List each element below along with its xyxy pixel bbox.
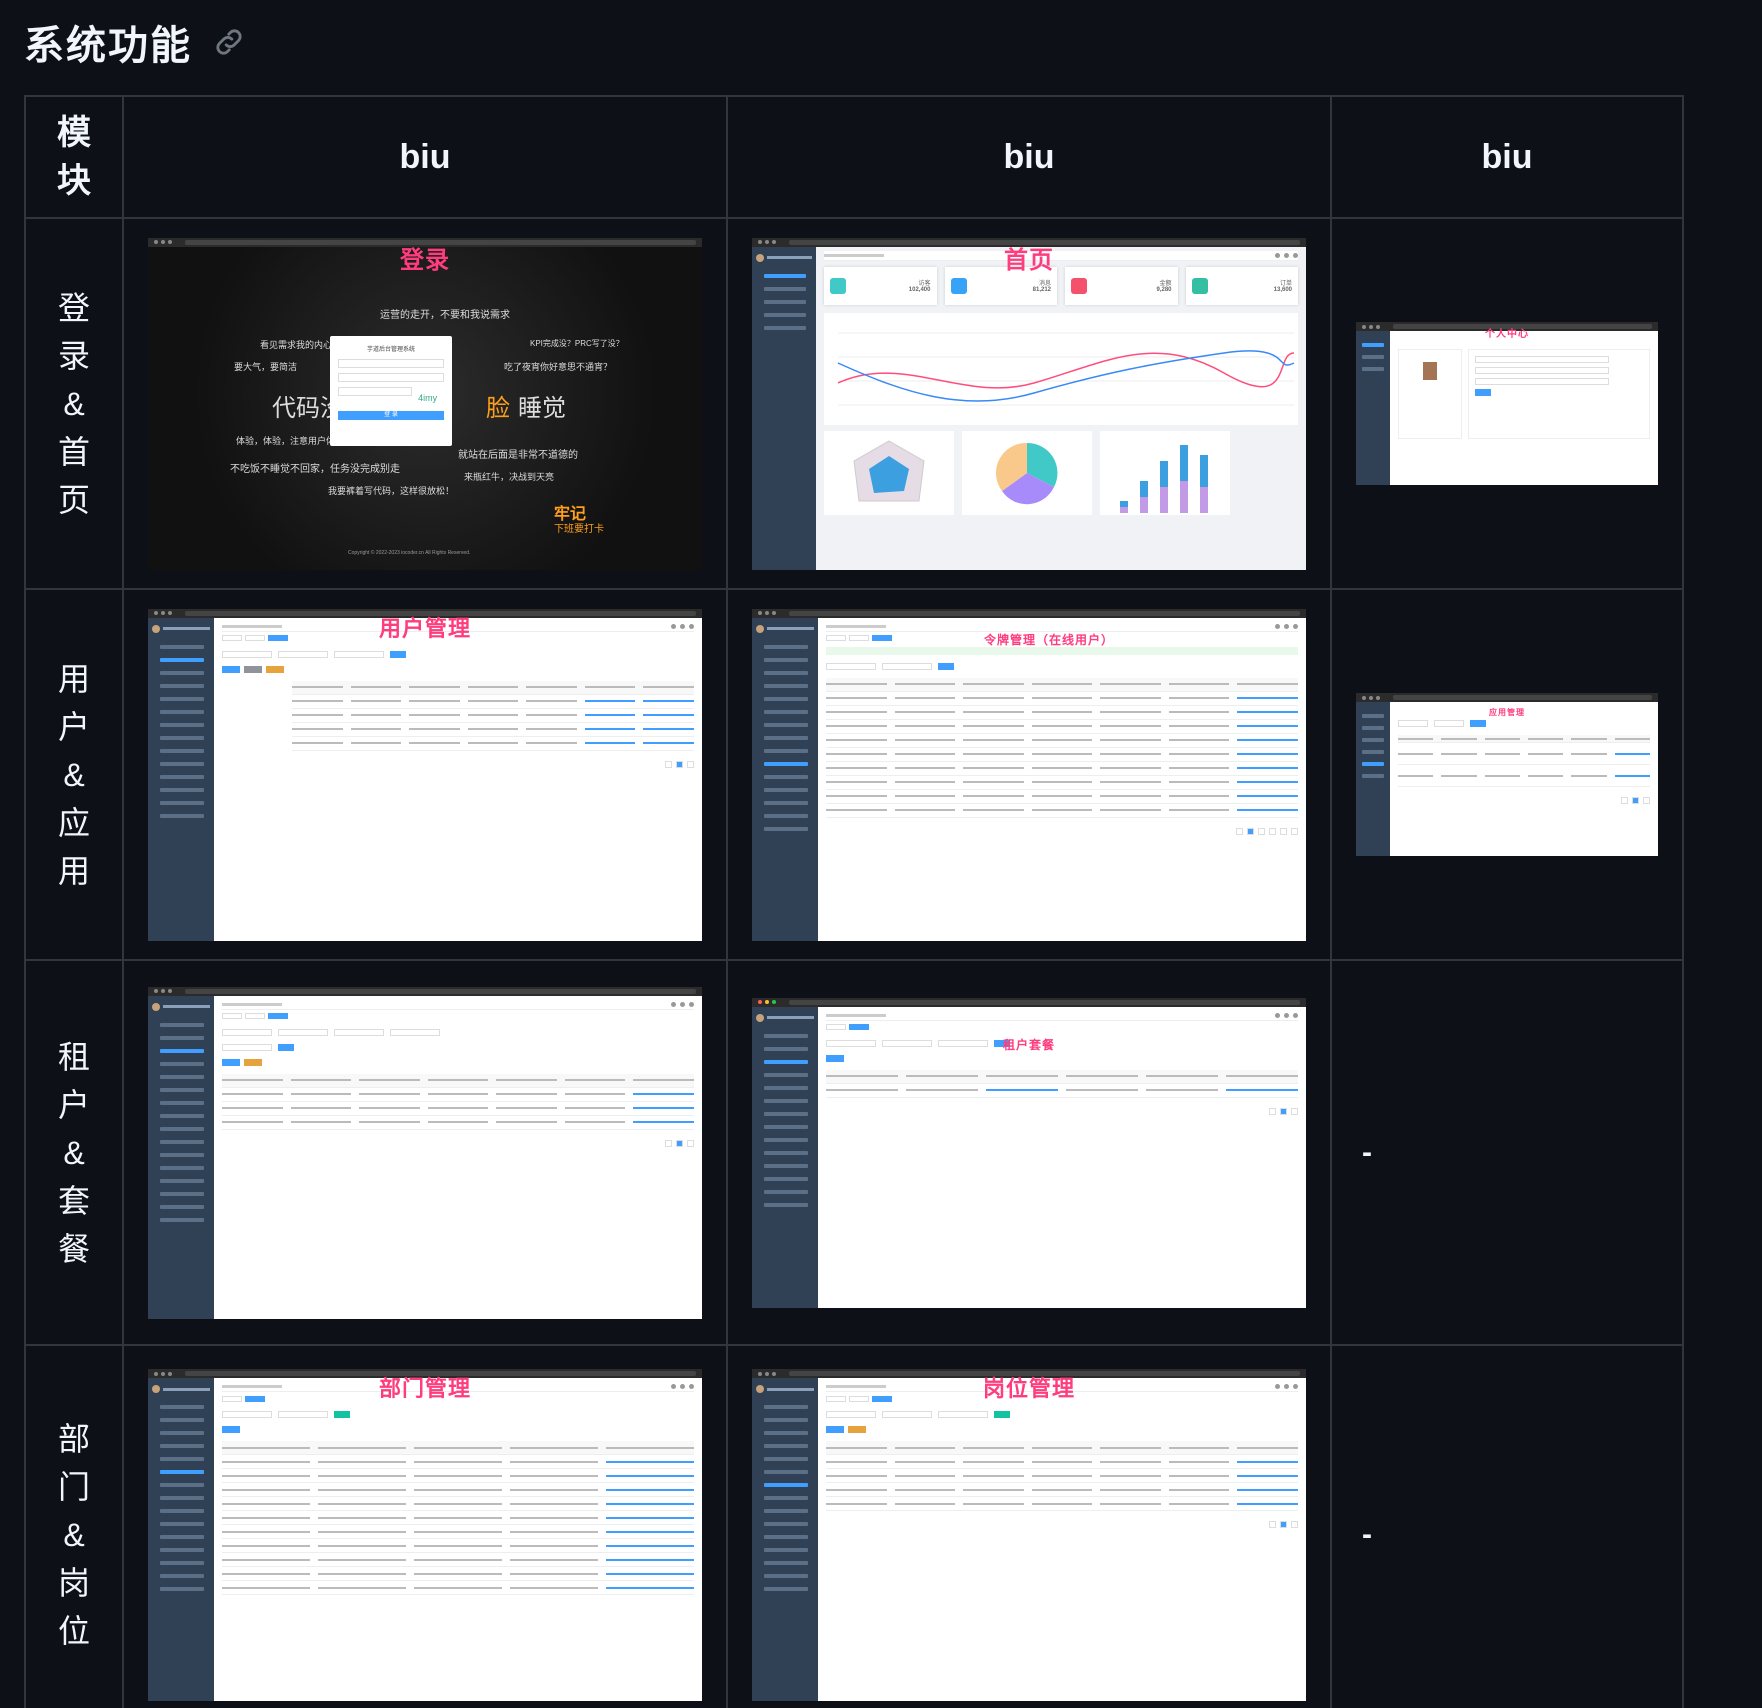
home-screenshot[interactable]: 访客102,400 消息81,212 金额9,280 订单13,600 [752, 237, 1306, 570]
package-screenshot[interactable]: 租户套餐 [752, 997, 1306, 1308]
module-user-app: 用 户 & 应 用 [24, 588, 124, 961]
stat-card[interactable]: 订单 13,600 [1185, 266, 1298, 305]
feature-table: 模块 biu biu biu 登 录 & 首 页 登录 运营的走开，不要和我说需… [24, 95, 1684, 1708]
pie-chart [962, 430, 1092, 515]
link-icon[interactable] [212, 25, 246, 59]
cell-post: 岗位管理 [726, 1344, 1332, 1708]
module-tenant-package: 租 户 & 套 餐 [24, 959, 124, 1346]
header-col-1: biu [122, 95, 728, 219]
login-quote: 脸 [486, 394, 510, 422]
stat-card[interactable]: 消息 81,212 [944, 266, 1057, 305]
login-button[interactable]: 登 录 [338, 410, 444, 420]
post-screenshot[interactable]: 岗位管理 [752, 1369, 1306, 1701]
stat-card[interactable]: 访客 102,400 [824, 266, 937, 305]
module-char: 套 [57, 1182, 90, 1219]
tenant-screenshot[interactable] [148, 986, 702, 1319]
stat-card[interactable]: 金额 9,280 [1065, 266, 1178, 305]
section-title: 系统功能 [24, 24, 192, 68]
token-screenshot[interactable]: 令牌管理（在线用户） [752, 608, 1306, 941]
module-char: & [63, 756, 85, 793]
cell-dept: 部门管理 [122, 1344, 728, 1708]
stat-value: 13,600 [1273, 287, 1292, 293]
login-quote: 睡觉 [518, 394, 566, 422]
profile-screenshot[interactable]: 个人中心 [1356, 322, 1658, 485]
header-module-label: 模块 [57, 114, 91, 200]
cell-profile: 个人中心 [1330, 217, 1684, 590]
header-col-3: biu [1330, 95, 1684, 219]
stat-value: 9,280 [1156, 287, 1172, 293]
module-char: 应 [57, 804, 90, 841]
module-char: 餐 [57, 1230, 90, 1267]
login-quote: 不吃饭不睡觉不回家，任务没完成别走 [230, 463, 400, 475]
module-char: 位 [57, 1613, 90, 1649]
module-char: 用 [57, 660, 90, 697]
cell-token: 令牌管理（在线用户） [726, 588, 1332, 961]
stat-value: 81,212 [1032, 287, 1051, 293]
username-field[interactable] [338, 358, 444, 368]
cell-package: 租户套餐 [726, 959, 1332, 1346]
login-quote: 我要裤着写代码，这样很放松！ [328, 485, 455, 496]
login-quote: 吃了夜宵你好意思不通宵？ [504, 361, 613, 372]
stat-value: 102,400 [908, 287, 931, 293]
captcha-image[interactable]: 4imy [418, 393, 437, 403]
dept-screenshot[interactable]: 部门管理 [148, 1369, 702, 1701]
stamp-subtitle: 下班要打卡 [554, 523, 604, 535]
cell-tenant [122, 959, 728, 1346]
login-quote: 来瓶红牛，决战到天亮 [464, 471, 555, 482]
login-quote: KPI完成没？PRC写了没？ [530, 338, 624, 348]
module-char: 页 [57, 481, 90, 518]
radar-chart [824, 430, 954, 515]
cell-user: 用户管理 [122, 588, 728, 961]
bar-chart [1100, 430, 1230, 515]
login-screenshot[interactable]: 登录 运营的走开，不要和我说需求 看见需求我的内心是奔溃的 KPI完成没？PRC… [148, 237, 702, 570]
header-module: 模块 [24, 95, 124, 219]
section-heading: 系统功能 [24, 14, 246, 70]
user-screenshot[interactable]: 用户管理 [148, 608, 702, 941]
login-quote: 要大气，要简洁 [234, 361, 298, 372]
cell-home: 访客102,400 消息81,212 金额9,280 订单13,600 [726, 217, 1332, 590]
module-char: 登 [57, 289, 90, 326]
module-char: 户 [57, 708, 90, 745]
cell-login: 登录 运营的走开，不要和我说需求 看见需求我的内心是奔溃的 KPI完成没？PRC… [122, 217, 728, 590]
module-char: 门 [57, 1469, 90, 1505]
module-char: 户 [57, 1086, 90, 1123]
module-char: 租 [57, 1038, 90, 1075]
password-field[interactable] [338, 372, 444, 382]
module-char: 用 [57, 852, 90, 889]
module-char: 录 [57, 337, 90, 374]
login-quote: 就站在后面是非常不道德的 [458, 449, 578, 461]
captcha-field[interactable] [338, 386, 413, 396]
line-chart [824, 312, 1298, 425]
module-char: & [63, 385, 85, 422]
empty-cell: - [1330, 959, 1684, 1346]
login-quote: 运营的走开，不要和我说需求 [380, 309, 510, 321]
empty-cell: - [1330, 1344, 1684, 1708]
module-char: 首 [57, 433, 90, 470]
module-char: 岗 [57, 1565, 90, 1601]
module-login-home: 登 录 & 首 页 [24, 217, 124, 590]
module-char: & [63, 1517, 85, 1553]
app-screenshot[interactable]: 应用管理 [1356, 693, 1658, 856]
login-form: 芋道后台管理系统 4imy 登 录 [330, 335, 452, 446]
cell-app: 应用管理 [1330, 588, 1684, 961]
login-button-label: 登 录 [384, 411, 398, 418]
module-char: 部 [57, 1421, 90, 1457]
module-dept-post: 部 门 & 岗 位 [24, 1344, 124, 1708]
copyright: Copyright © 2022-2023 iocoder.cn All Rig… [348, 549, 471, 556]
header-col-2: biu [726, 95, 1332, 219]
module-char: & [63, 1134, 85, 1171]
login-form-title: 芋道后台管理系统 [366, 346, 415, 353]
